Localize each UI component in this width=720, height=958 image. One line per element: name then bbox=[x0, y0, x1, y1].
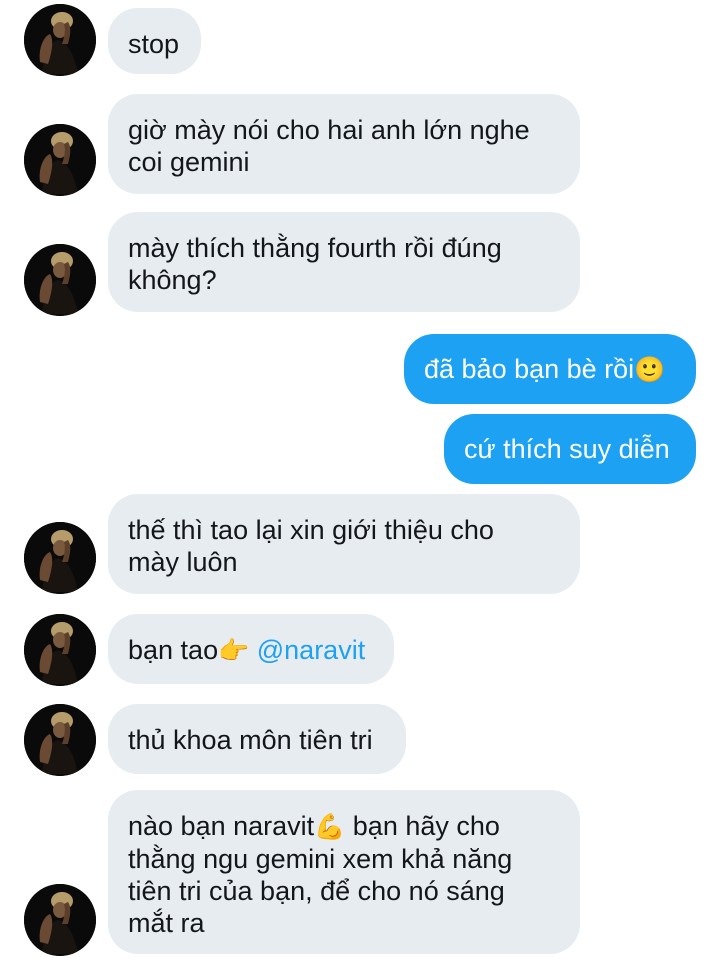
message-text: bạn hãy cho bbox=[345, 811, 500, 841]
message-bubble-incoming[interactable]: mày thích thằng fourth rồi đúng không? bbox=[108, 212, 580, 312]
message-text: mắt ra bbox=[128, 908, 205, 938]
pointing-right-icon: 👉 bbox=[218, 636, 250, 665]
message-text: mày thích thằng fourth rồi đúng bbox=[128, 233, 502, 263]
mention-link[interactable]: @naravit bbox=[257, 635, 365, 665]
message-bubble-outgoing[interactable]: cứ thích suy diễn bbox=[444, 414, 696, 484]
message-text: stop bbox=[128, 29, 180, 59]
message-text: không? bbox=[128, 265, 217, 295]
flexed-biceps-icon: 💪 bbox=[314, 812, 346, 841]
message-text: giờ mày nói cho hai anh lớn nghe bbox=[128, 115, 530, 145]
message-text: thằng ngu gemini xem khả năng bbox=[128, 844, 513, 874]
message-text: nào bạn naravit bbox=[128, 811, 315, 841]
message-text: cứ thích suy diễn bbox=[464, 434, 670, 464]
message-text: tiên tri của bạn, để cho nó sáng bbox=[128, 876, 505, 906]
avatar[interactable] bbox=[24, 244, 96, 316]
message-bubble-incoming[interactable]: stop bbox=[108, 8, 202, 74]
avatar[interactable] bbox=[24, 4, 96, 76]
profile-photo-icon bbox=[24, 704, 96, 776]
profile-photo-icon bbox=[24, 4, 96, 76]
profile-photo-icon bbox=[24, 522, 96, 594]
message-text: bạn tao bbox=[128, 635, 219, 665]
message-bubble-incoming[interactable]: giờ mày nói cho hai anh lớn nghe coi gem… bbox=[108, 94, 580, 194]
profile-photo-icon bbox=[24, 244, 96, 316]
message-text: đã bảo bạn bè rồi bbox=[424, 354, 635, 384]
avatar[interactable] bbox=[24, 522, 96, 594]
avatar[interactable] bbox=[24, 704, 96, 776]
avatar[interactable] bbox=[24, 124, 96, 196]
message-text: mày luôn bbox=[128, 547, 238, 577]
avatar[interactable] bbox=[24, 614, 96, 686]
message-text: thủ khoa môn tiên tri bbox=[128, 725, 373, 755]
conversation-view: stop giờ mày nói cho hai anh lớn nghe co… bbox=[0, 0, 720, 958]
avatar[interactable] bbox=[24, 884, 96, 956]
message-text: thế thì tao lại xin giới thiệu cho bbox=[128, 515, 494, 545]
profile-photo-icon bbox=[24, 614, 96, 686]
message-bubble-incoming[interactable]: thủ khoa môn tiên tri bbox=[108, 704, 406, 774]
message-text: coi gemini bbox=[128, 147, 250, 177]
message-bubble-incoming[interactable]: nào bạn naravit💪 bạn hãy cho thằng ngu g… bbox=[108, 790, 580, 954]
slightly-smiling-face-icon: 🙂 bbox=[634, 355, 666, 384]
message-bubble-incoming[interactable]: bạn tao👉 @naravit bbox=[108, 614, 394, 684]
message-bubble-outgoing[interactable]: đã bảo bạn bè rồi🙂 bbox=[404, 334, 696, 404]
profile-photo-icon bbox=[24, 124, 96, 196]
message-bubble-incoming[interactable]: thế thì tao lại xin giới thiệu cho mày l… bbox=[108, 494, 580, 594]
profile-photo-icon bbox=[24, 884, 96, 956]
